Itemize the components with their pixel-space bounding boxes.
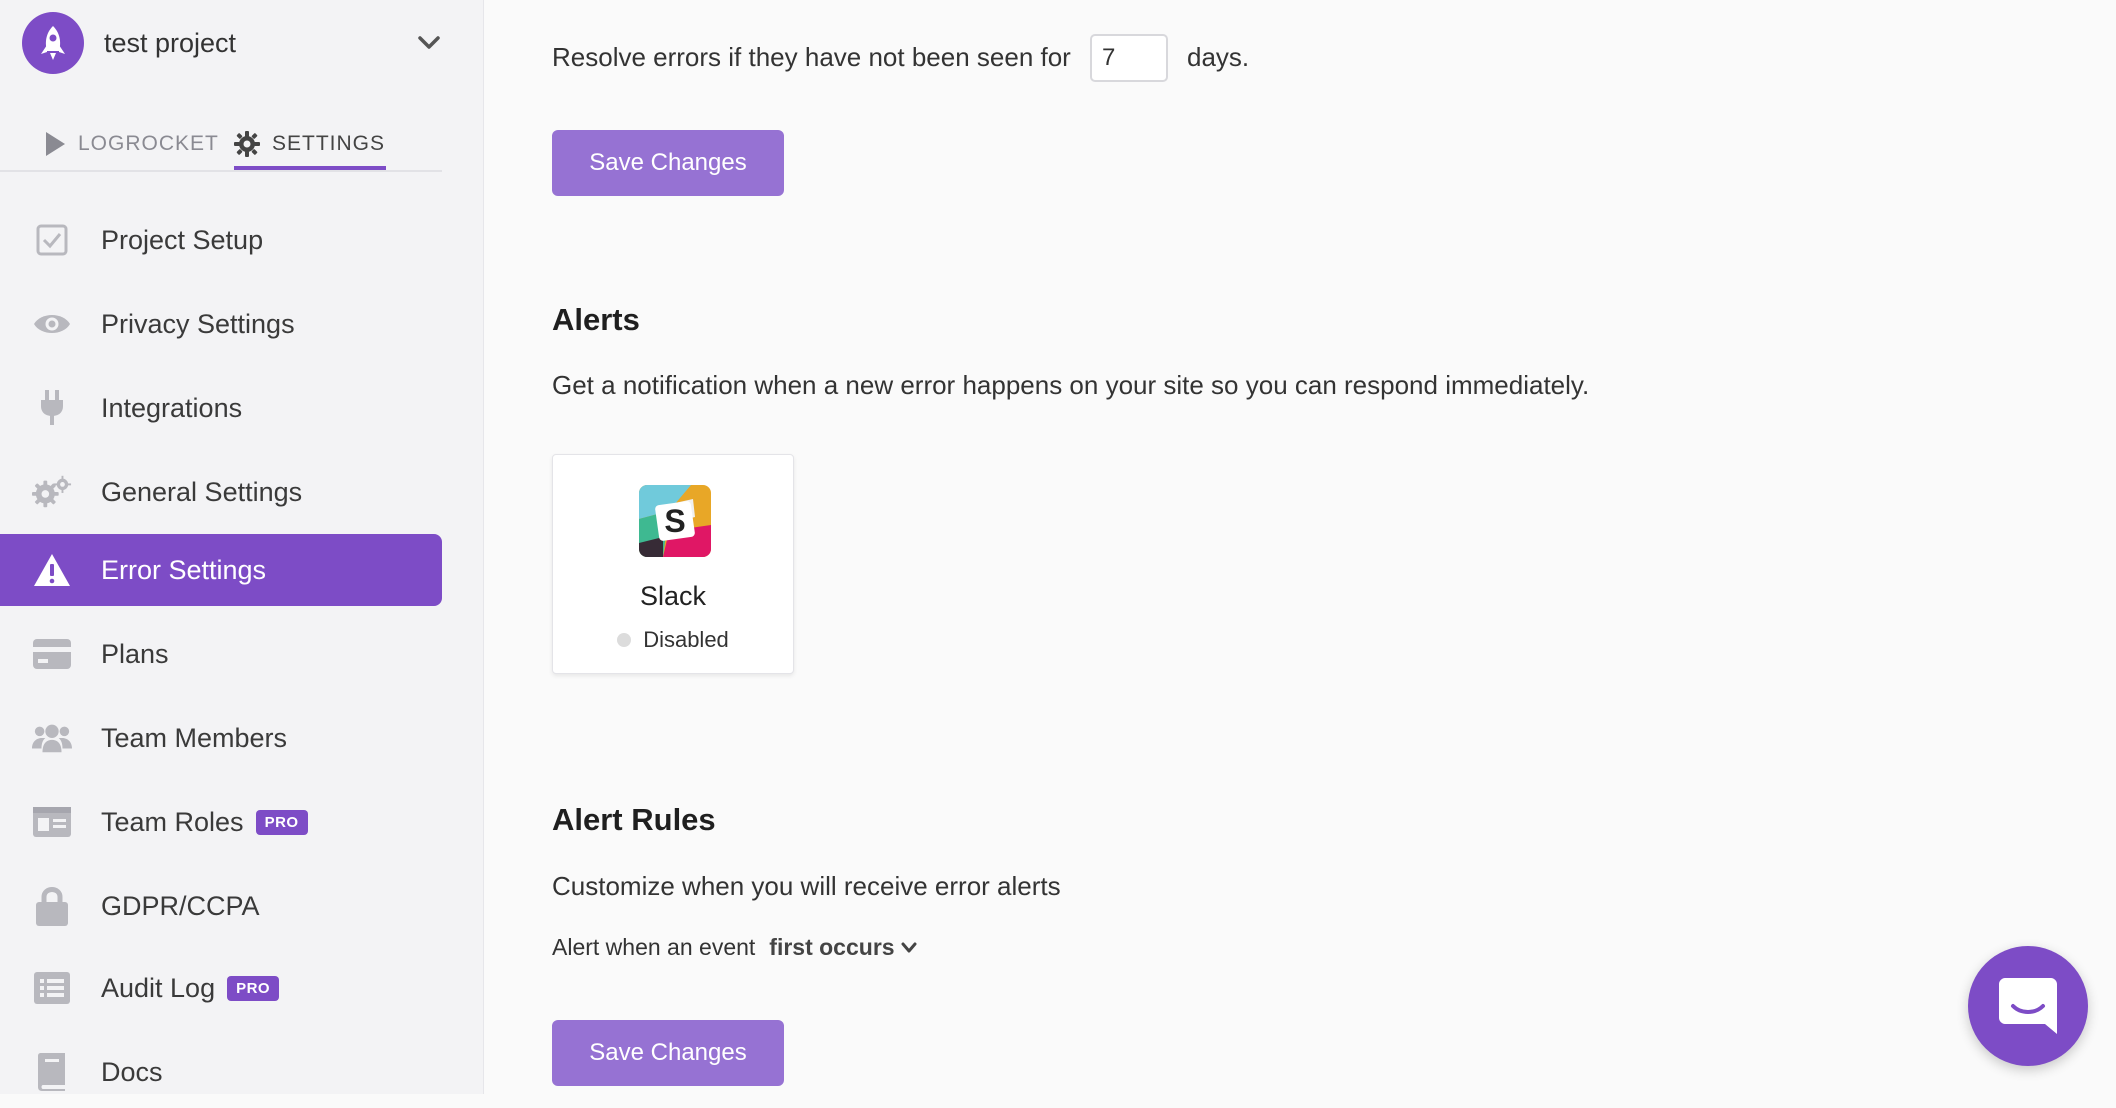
book-icon [32, 1052, 72, 1092]
resolve-days-suffix: days. [1187, 42, 1250, 72]
tab-logrocket-label: LOGROCKET [78, 132, 219, 155]
sidebar-item-project-setup[interactable]: Project Setup [0, 204, 442, 276]
users-icon [32, 718, 72, 758]
svg-text:S: S [664, 503, 685, 539]
sidebar-item-label: GDPR/CCPA [101, 890, 260, 921]
sidebar-item-team-members[interactable]: Team Members [0, 702, 442, 774]
save-changes-button[interactable]: Save Changes [552, 1020, 784, 1086]
sidebar-item-privacy-settings[interactable]: Privacy Settings [0, 288, 442, 360]
play-icon [46, 132, 65, 156]
status-dot-icon [617, 633, 632, 647]
list-icon [32, 968, 72, 1008]
tab-settings[interactable]: SETTINGS [234, 120, 386, 170]
sidebar-item-plans[interactable]: Plans [0, 618, 442, 690]
warning-icon [32, 550, 72, 590]
sidebar-item-audit-log[interactable]: Audit Log PRO [0, 952, 442, 1024]
project-selector[interactable]: test project [22, 11, 442, 75]
chat-launcher-button[interactable] [1968, 946, 2088, 1066]
sidebar-item-gdpr-ccpa[interactable]: GDPR/CCPA [0, 870, 442, 942]
slack-integration-card[interactable]: S Slack Disabled [552, 454, 794, 674]
rocket-icon [22, 12, 84, 74]
slack-logo-icon: S [639, 485, 711, 557]
gear-icon [234, 131, 260, 157]
sidebar-item-label: Audit Log [101, 972, 216, 1003]
alert-rule-prefix: Alert when an event [552, 934, 756, 960]
sidebar-tabs: LOGROCKET SETTINGS [0, 120, 442, 172]
sidebar-item-label: Plans [101, 638, 169, 669]
chevron-down-icon[interactable] [416, 30, 442, 56]
sidebar-item-label: General Settings [101, 476, 303, 507]
credit-card-icon [32, 634, 72, 674]
tab-logrocket[interactable]: LOGROCKET [44, 120, 219, 168]
integration-status: Disabled [553, 627, 793, 653]
alert-rule-value: first occurs [769, 934, 895, 960]
sidebar-item-general-settings[interactable]: General Settings [0, 456, 442, 528]
sidebar-item-label: Integrations [101, 392, 243, 423]
alert-rules-heading: Alert Rules [552, 802, 716, 837]
pro-badge: PRO [255, 809, 308, 835]
project-name: test project [104, 27, 237, 58]
resolve-days-input[interactable] [1090, 34, 1168, 82]
alert-rule-dropdown[interactable]: first occurs [769, 934, 917, 961]
integration-status-label: Disabled [643, 627, 729, 652]
alert-rule: Alert when an event first occurs [552, 934, 917, 961]
chevron-down-icon [901, 942, 917, 952]
sidebar-item-error-settings[interactable]: Error Settings [0, 534, 442, 606]
plug-icon [32, 388, 72, 428]
integration-name: Slack [639, 581, 707, 611]
sidebar-item-team-roles[interactable]: Team Roles PRO [0, 786, 442, 858]
sidebar-item-integrations[interactable]: Integrations [0, 372, 442, 444]
sidebar-item-label: Error Settings [101, 554, 267, 585]
sidebar-item-label: Docs [101, 1056, 163, 1087]
checkbox-icon [32, 220, 72, 260]
alerts-description: Get a notification when a new error happ… [552, 370, 1590, 400]
lock-icon [32, 886, 72, 926]
resolve-text: Resolve errors if they have not been see… [552, 42, 1071, 72]
sidebar-item-label: Project Setup [101, 224, 264, 255]
sidebar-item-label: Team Members [101, 722, 288, 753]
alert-rules-description: Customize when you will receive error al… [552, 871, 1061, 901]
alerts-heading: Alerts [552, 302, 640, 337]
pro-badge: PRO [227, 975, 280, 1001]
eye-icon [32, 304, 72, 344]
sidebar-item-docs[interactable]: Docs [0, 1036, 442, 1108]
chat-icon [1999, 978, 2057, 1034]
sidebar: test project LOGROCKET SETTINGS Project … [0, 0, 484, 1094]
sidebar-item-label: Team Roles [101, 806, 244, 837]
id-card-icon [32, 802, 72, 842]
tab-settings-label: SETTINGS [272, 132, 386, 155]
sidebar-item-label: Privacy Settings [101, 308, 295, 339]
gears-icon [32, 472, 72, 512]
save-changes-button[interactable]: Save Changes [552, 130, 784, 196]
main-content: Resolve errors if they have not been see… [484, 0, 2116, 1094]
